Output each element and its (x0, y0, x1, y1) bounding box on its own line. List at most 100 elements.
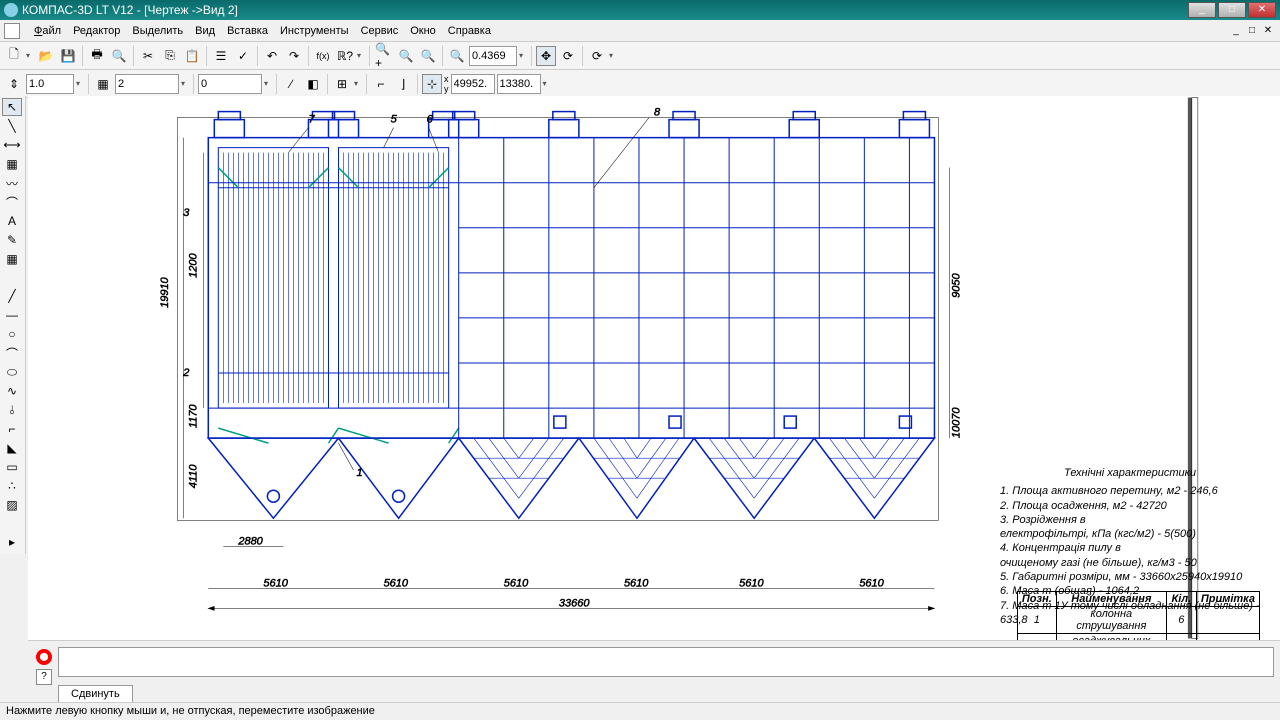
style-input[interactable] (198, 74, 262, 94)
ortho-icon[interactable]: ⌐ (371, 74, 391, 94)
svg-text:19910: 19910 (159, 276, 171, 307)
mdi-restore[interactable]: □ (1245, 24, 1259, 38)
window-title: КОМПАС-3D LT V12 - [Чертеж ->Вид 2] (22, 3, 1188, 17)
zoom-window-icon[interactable]: 🔍 (396, 46, 416, 66)
svg-text:3: 3 (183, 207, 190, 219)
fx-icon[interactable]: f(x) (313, 46, 333, 66)
menu-tools[interactable]: Инструменты (274, 23, 355, 39)
svg-text:10070: 10070 (950, 407, 962, 438)
expand-icon[interactable]: ▸ (2, 533, 22, 551)
stop-icon[interactable]: ⬤ (36, 649, 52, 665)
new-icon[interactable]: 🗋 (4, 46, 24, 66)
line-icon[interactable]: ∕ (281, 74, 301, 94)
grid-icon[interactable]: ⊞ (332, 74, 352, 94)
save-icon[interactable]: 💾 (58, 46, 78, 66)
menu-view[interactable]: Вид (189, 23, 221, 39)
layer-input[interactable] (115, 74, 179, 94)
zoom-in-icon[interactable]: 🔍+ (374, 46, 394, 66)
arc-icon[interactable]: ⌒ (2, 344, 22, 362)
zoom-input[interactable] (469, 46, 517, 66)
menu-help[interactable]: Справка (442, 23, 497, 39)
maximize-button[interactable]: □ (1218, 2, 1246, 18)
open-icon[interactable]: 📂 (36, 46, 56, 66)
dim-total-width: 33660 (559, 597, 590, 609)
state-icon[interactable]: ⇕ (4, 74, 24, 94)
vertical-toolbar: ↖ ╲ ⟷ ▦ 〰 ⌒ A ✎ ▦ ╱ — ○ ⌒ ⬭ ∿ ⫰ ⌐ ◣ ▭ ∴ … (0, 96, 26, 554)
menu-select[interactable]: Выделить (126, 23, 189, 39)
svg-text:7: 7 (308, 114, 315, 126)
menu-file[interactable]: Файл (28, 23, 67, 39)
cut-icon[interactable]: ✂ (138, 46, 158, 66)
svg-text:2880: 2880 (237, 535, 263, 547)
svg-text:4110: 4110 (187, 464, 199, 489)
check-icon[interactable]: ✓ (233, 46, 253, 66)
pan-icon[interactable]: ✥ (536, 46, 556, 66)
menu-service[interactable]: Сервис (355, 23, 405, 39)
layers-icon[interactable]: ▦ (93, 74, 113, 94)
svg-text:6: 6 (427, 114, 434, 126)
preview-icon[interactable]: 🔍 (109, 46, 129, 66)
svg-text:1170: 1170 (187, 404, 199, 429)
svg-text:5610: 5610 (384, 577, 409, 589)
scale-input[interactable] (26, 74, 74, 94)
coord-x-input[interactable] (451, 74, 495, 94)
menu-insert[interactable]: Вставка (221, 23, 274, 39)
zoom-fit-icon[interactable]: 🔍 (447, 46, 467, 66)
close-button[interactable]: ✕ (1248, 2, 1276, 18)
edit-tool-icon[interactable]: ✎ (2, 231, 22, 249)
drawing-canvas[interactable]: 33660 561056105610561056105610 2880 1991… (28, 96, 1280, 640)
text-tool-icon[interactable]: A (2, 212, 22, 230)
svg-text:2: 2 (182, 367, 189, 379)
ellipse-icon[interactable]: ⬭ (2, 363, 22, 381)
menu-window[interactable]: Окно (404, 23, 442, 39)
polyline-icon[interactable]: ⫰ (2, 401, 22, 419)
hatch2-icon[interactable]: ▨ (2, 496, 22, 514)
menubar: Файл Редактор Выделить Вид Вставка Инстр… (0, 20, 1280, 42)
svg-text:5610: 5610 (739, 577, 764, 589)
paste-icon[interactable]: 📋 (182, 46, 202, 66)
select-tool-icon[interactable]: ↖ (2, 98, 22, 116)
menu-edit[interactable]: Редактор (67, 23, 126, 39)
circle-icon[interactable]: ○ (2, 325, 22, 343)
coord-y-input[interactable] (497, 74, 541, 94)
undo-icon[interactable]: ↶ (262, 46, 282, 66)
rotate-icon[interactable]: ⟳ (558, 46, 578, 66)
help-icon[interactable]: ? (36, 669, 52, 685)
aux-line-icon[interactable]: ╱ (2, 287, 22, 305)
line-tool-icon[interactable]: ╲ (2, 117, 22, 135)
table-tool-icon[interactable]: ▦ (2, 250, 22, 268)
point-icon[interactable]: ∴ (2, 477, 22, 495)
rect-icon[interactable]: ▭ (2, 458, 22, 476)
zoom-prev-icon[interactable]: 🔍 (418, 46, 438, 66)
svg-text:8: 8 (654, 107, 661, 119)
document-icon (4, 23, 20, 39)
fillet-icon[interactable]: ⌐ (2, 420, 22, 438)
snap-icon[interactable]: ⌋ (393, 74, 413, 94)
construct-tool-icon[interactable]: ⌒ (2, 193, 22, 211)
refresh-icon[interactable]: ⟳ (587, 46, 607, 66)
minimize-button[interactable]: _ (1188, 2, 1216, 18)
statusbar: Нажмите левую кнопку мыши и, не отпуская… (0, 702, 1280, 720)
eraser-icon[interactable]: ◧ (303, 74, 323, 94)
toolbar-standard: 🗋▾ 📂 💾 🖶 🔍 ✂ ⎘ 📋 ☰ ✓ ↶ ↷ f(x) ℝ?▾ 🔍+ 🔍 🔍… (0, 42, 1280, 70)
segment-icon[interactable]: — (2, 306, 22, 324)
redo-icon[interactable]: ↷ (284, 46, 304, 66)
svg-text:5610: 5610 (859, 577, 884, 589)
props-icon[interactable]: ☰ (211, 46, 231, 66)
whatsthis-icon[interactable]: ℝ? (335, 46, 355, 66)
hatch-tool-icon[interactable]: ▦ (2, 155, 22, 173)
local-cs-icon[interactable]: ⊹ (422, 74, 442, 94)
chamfer-icon[interactable]: ◣ (2, 439, 22, 457)
mdi-minimize[interactable]: _ (1229, 24, 1243, 38)
spline-icon[interactable]: ∿ (2, 382, 22, 400)
status-hint: Нажмите левую кнопку мыши и, не отпуская… (6, 705, 375, 717)
curve-tool-icon[interactable]: 〰 (2, 174, 22, 192)
svg-text:5: 5 (391, 114, 398, 126)
print-icon[interactable]: 🖶 (87, 46, 107, 66)
copy-icon[interactable]: ⎘ (160, 46, 180, 66)
command-input[interactable] (58, 647, 1274, 677)
command-tab[interactable]: Сдвинуть (58, 685, 133, 702)
dim-tool-icon[interactable]: ⟷ (2, 136, 22, 154)
svg-text:1: 1 (357, 467, 363, 479)
mdi-close[interactable]: ✕ (1261, 24, 1275, 38)
